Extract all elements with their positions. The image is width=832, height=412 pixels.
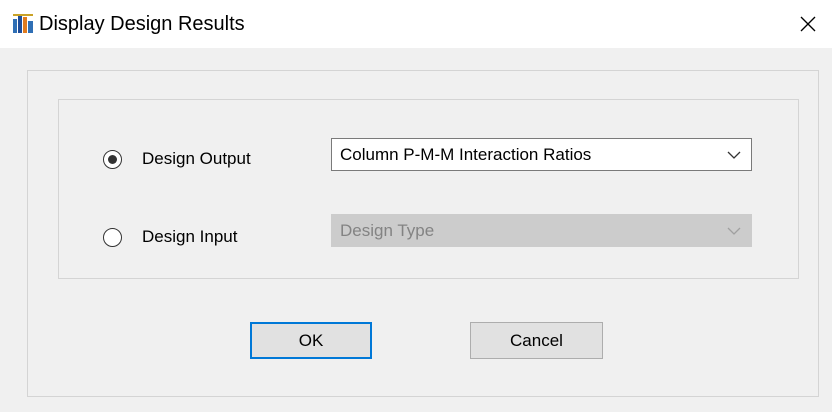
display-design-results-dialog: Display Design Results Design Output Col… <box>0 0 832 412</box>
design-output-radio-circle[interactable] <box>103 149 122 169</box>
design-options-group <box>58 99 799 279</box>
dialog-body: Design Output Column P-M-M Interaction R… <box>0 48 832 412</box>
design-output-radio[interactable]: Design Output <box>103 149 251 169</box>
design-input-combo: Design Type <box>331 214 752 247</box>
close-icon <box>800 16 816 32</box>
ok-button[interactable]: OK <box>250 322 372 359</box>
app-icon <box>13 14 33 33</box>
radio-selected-dot <box>108 154 117 164</box>
design-output-combo-value: Column P-M-M Interaction Ratios <box>340 144 592 164</box>
design-input-radio-circle[interactable] <box>103 227 122 247</box>
dialog-title: Display Design Results <box>39 13 245 35</box>
design-output-combo[interactable]: Column P-M-M Interaction Ratios <box>331 138 752 171</box>
close-button[interactable] <box>784 0 832 48</box>
design-input-label: Design Input <box>142 227 238 246</box>
design-input-radio[interactable]: Design Input <box>103 227 237 247</box>
chevron-down-icon <box>717 215 751 246</box>
design-output-label: Design Output <box>142 149 251 168</box>
design-input-combo-value: Design Type <box>340 220 435 240</box>
cancel-button[interactable]: Cancel <box>470 322 603 359</box>
chevron-down-icon[interactable] <box>717 139 751 170</box>
title-bar: Display Design Results <box>0 0 832 48</box>
